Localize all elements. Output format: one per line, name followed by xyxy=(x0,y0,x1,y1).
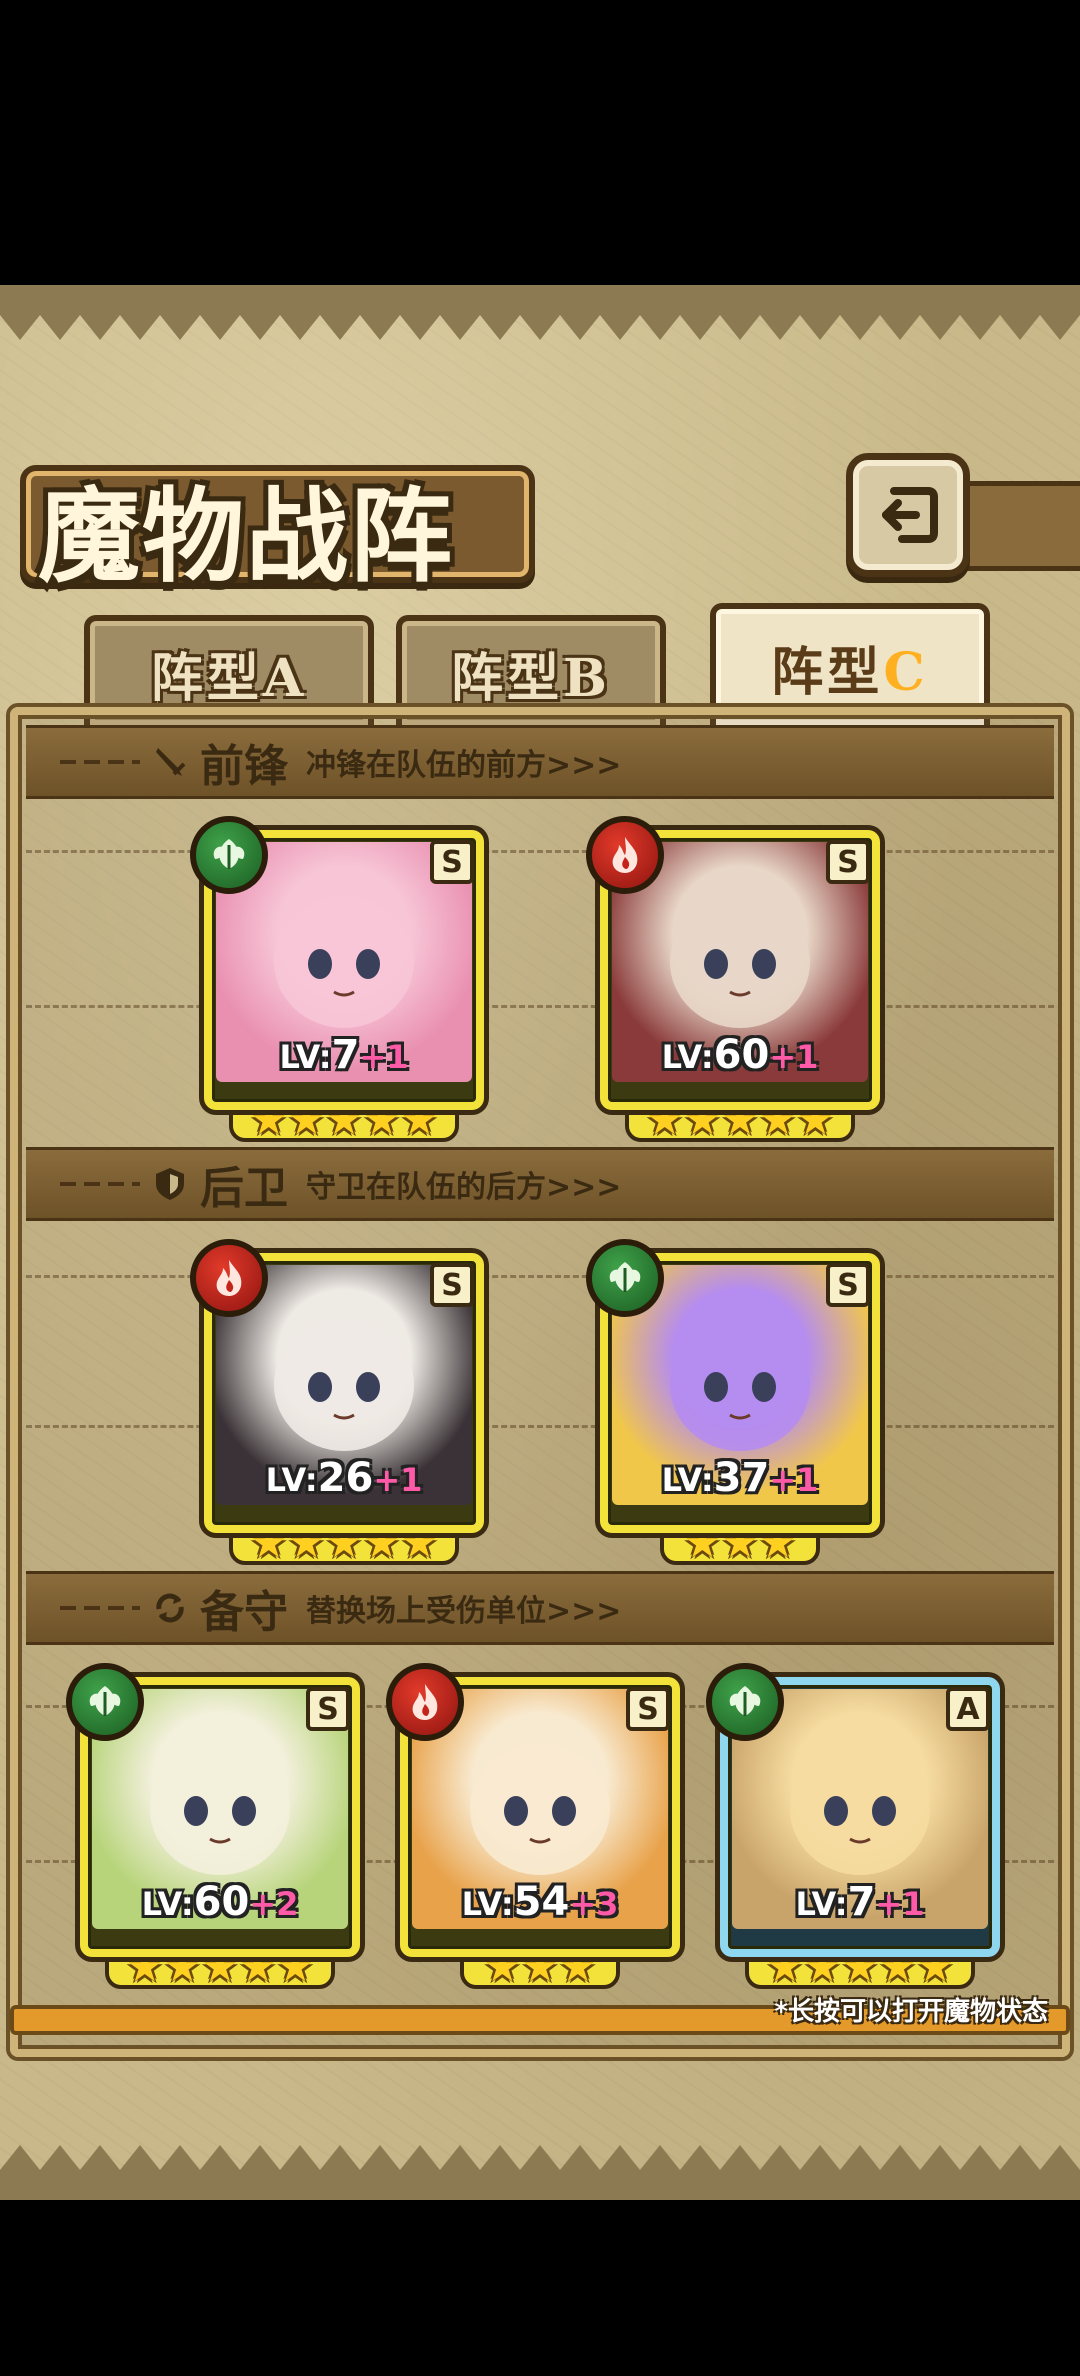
rank-badge: S xyxy=(626,1687,670,1731)
tab-a-label: 阵型 xyxy=(150,647,263,709)
monster-card-front-1[interactable]: ★ ★ ★ ★ ★ S LV:7+1 xyxy=(190,816,484,1142)
monster-card-front-2[interactable]: ★ ★ ★ ★ ★ S LV:60+1 xyxy=(586,816,880,1142)
tab-c-label: 阵型 xyxy=(771,641,884,703)
rear-section-desc: 守卫在队伍的后方>>> xyxy=(306,1170,622,1205)
long-press-hint: *长按可以打开魔物状态 xyxy=(774,1997,1048,2027)
level-prefix: LV: xyxy=(461,1885,514,1923)
nature-element-icon xyxy=(706,1663,784,1741)
level-label: LV:7+1 xyxy=(204,1032,484,1078)
level-bonus: +1 xyxy=(769,1461,819,1499)
top-zigzag-border xyxy=(0,285,1080,340)
level-value: 26 xyxy=(317,1455,374,1501)
lane-line xyxy=(26,1005,1054,1008)
bottom-zigzag-border xyxy=(0,2145,1080,2200)
level-value: 60 xyxy=(713,1032,770,1078)
rear-section-header: 后卫 守卫在队伍的后方>>> xyxy=(60,1154,621,1214)
rank-badge: S xyxy=(826,1263,870,1307)
lane-line xyxy=(26,850,1054,853)
back-button[interactable] xyxy=(846,453,970,577)
top-black-bar xyxy=(0,0,1080,285)
monster-card-rear-2[interactable]: ★ ★ ★ S LV:37+1 xyxy=(586,1239,880,1565)
nature-element-icon xyxy=(190,816,268,894)
rank-badge: S xyxy=(826,840,870,884)
level-bonus: +2 xyxy=(249,1885,299,1923)
fire-element-icon xyxy=(586,816,664,894)
level-prefix: LV: xyxy=(795,1885,848,1923)
front-section-header: 前锋 冲锋在队伍的前方>>> xyxy=(60,732,621,792)
level-prefix: LV: xyxy=(279,1038,332,1076)
level-label: LV:54+3 xyxy=(400,1879,680,1925)
reserve-section-header: 备守 替换场上受伤单位>>> xyxy=(60,1578,621,1638)
level-value: 7 xyxy=(331,1032,360,1078)
return-arrow-icon xyxy=(882,487,938,543)
monster-card-reserve-2[interactable]: ★ ★ ★ S LV:54+3 xyxy=(386,1663,680,1989)
front-section-title: 前锋 xyxy=(200,741,288,792)
level-label: LV:7+1 xyxy=(720,1879,1000,1925)
game-area: 魔物战阵 阵型A 阵型B 阵型C 前锋 冲锋在队伍的前方>>> 后卫 守卫在队伍… xyxy=(0,285,1080,2200)
nature-element-icon xyxy=(66,1663,144,1741)
level-value: 60 xyxy=(193,1879,250,1925)
tab-b-letter: B xyxy=(563,647,611,709)
level-label: LV:26+1 xyxy=(204,1455,484,1501)
level-value: 54 xyxy=(513,1879,570,1925)
dash-line xyxy=(60,1182,140,1186)
lane-line xyxy=(26,1425,1054,1428)
front-section-desc: 冲锋在队伍的前方>>> xyxy=(306,748,622,783)
level-bonus: +1 xyxy=(875,1885,925,1923)
reserve-section-desc: 替换场上受伤单位>>> xyxy=(306,1594,622,1629)
level-label: LV:60+1 xyxy=(600,1032,880,1078)
bottom-black-bar xyxy=(0,2200,1080,2376)
level-bonus: +1 xyxy=(359,1038,409,1076)
reserve-section-title: 备守 xyxy=(200,1587,288,1638)
dash-line xyxy=(60,1606,140,1610)
level-prefix: LV: xyxy=(661,1038,714,1076)
nature-element-icon xyxy=(586,1239,664,1317)
level-value: 7 xyxy=(847,1879,876,1925)
shield-icon xyxy=(150,1164,190,1204)
rank-badge: A xyxy=(946,1687,990,1731)
level-bonus: +1 xyxy=(373,1461,423,1499)
level-prefix: LV: xyxy=(141,1885,194,1923)
level-prefix: LV: xyxy=(265,1461,318,1499)
sword-icon xyxy=(150,742,190,782)
level-label: LV:60+2 xyxy=(80,1879,360,1925)
rear-section-title: 后卫 xyxy=(200,1163,288,1214)
rank-badge: S xyxy=(306,1687,350,1731)
tab-b-label: 阵型 xyxy=(451,647,564,709)
monster-card-reserve-1[interactable]: ★ ★ ★ ★ ★ S LV:60+2 xyxy=(66,1663,360,1989)
fire-element-icon xyxy=(386,1663,464,1741)
dash-line xyxy=(60,760,140,764)
level-value: 37 xyxy=(713,1455,770,1501)
rank-badge: S xyxy=(430,840,474,884)
swap-arrows-icon xyxy=(150,1588,190,1628)
tab-c-letter: C xyxy=(883,641,929,703)
page-title: 魔物战阵 xyxy=(38,477,454,597)
monster-card-reserve-3[interactable]: ★ ★ ★ ★ ★ A LV:7+1 xyxy=(706,1663,1000,1989)
monster-card-rear-1[interactable]: ★ ★ ★ ★ ★ S LV:26+1 xyxy=(190,1239,484,1565)
tab-a-letter: A xyxy=(262,647,308,709)
level-bonus: +3 xyxy=(569,1885,619,1923)
fire-element-icon xyxy=(190,1239,268,1317)
rank-badge: S xyxy=(430,1263,474,1307)
lane-line xyxy=(26,1275,1054,1278)
level-bonus: +1 xyxy=(769,1038,819,1076)
level-prefix: LV: xyxy=(661,1461,714,1499)
level-label: LV:37+1 xyxy=(600,1455,880,1501)
